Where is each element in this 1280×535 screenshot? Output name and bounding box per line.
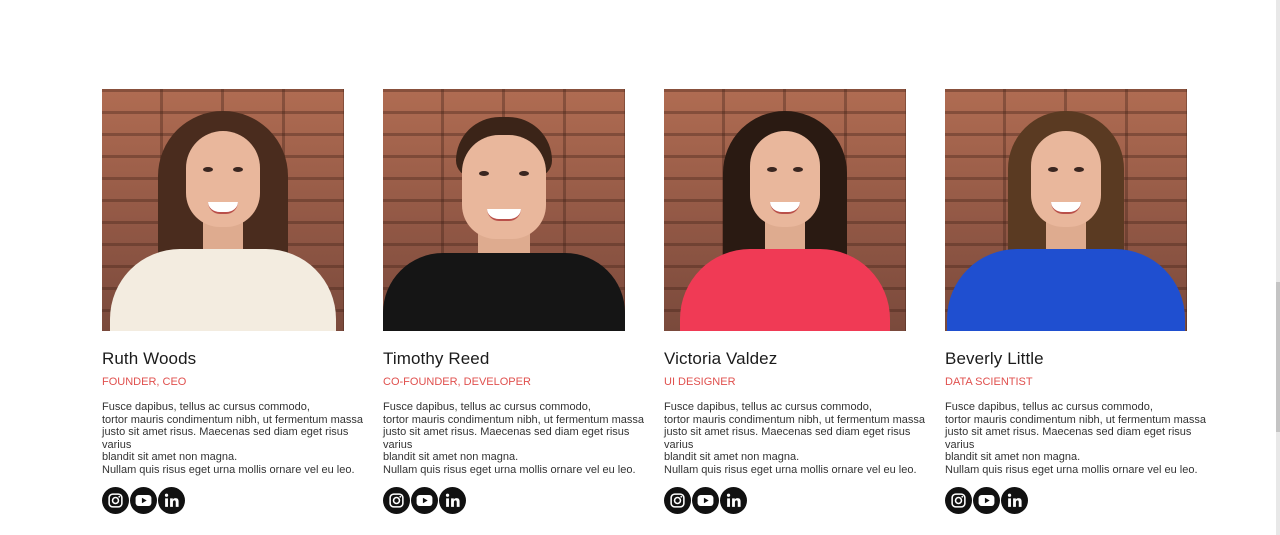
social-links: [664, 486, 906, 514]
youtube-icon[interactable]: [692, 486, 719, 514]
youtube-icon[interactable]: [130, 486, 157, 514]
member-name: Victoria Valdez: [664, 349, 778, 368]
team-page: Ruth Woods FOUNDER, CEO Fusce dapibus, t…: [0, 0, 1280, 535]
bio-line: Nullam quis risus eget urna mollis ornar…: [945, 463, 1198, 476]
team-member-card: Victoria Valdez UI DESIGNER Fusce dapibu…: [664, 89, 925, 514]
bio-line: justo sit amet risus. Maecenas sed diam …: [945, 426, 1192, 439]
member-bio: Fusce dapibus, tellus ac cursus commodo,…: [383, 401, 658, 477]
bio-line: tortor mauris condimentum nibh, ut ferme…: [102, 413, 364, 426]
linkedin-icon[interactable]: [439, 486, 466, 514]
team-member-card: Ruth Woods FOUNDER, CEO Fusce dapibus, t…: [102, 89, 363, 514]
instagram-icon[interactable]: [383, 486, 410, 514]
bio-line: Fusce dapibus, tellus ac cursus commodo,: [945, 401, 1153, 413]
bio-line: Fusce dapibus, tellus ac cursus commodo,: [102, 401, 310, 413]
instagram-icon[interactable]: [945, 486, 972, 514]
member-role: FOUNDER, CEO: [102, 376, 187, 388]
social-links: [102, 486, 344, 514]
member-photo: [945, 89, 1187, 331]
bio-line: blandit sit amet non magna.: [945, 451, 1081, 464]
bio-line: tortor mauris condimentum nibh, ut ferme…: [945, 413, 1207, 426]
bio-line: varius: [945, 438, 975, 451]
member-bio: Fusce dapibus, tellus ac cursus commodo,…: [945, 401, 1220, 477]
bio-line: blandit sit amet non magna.: [102, 451, 238, 464]
member-role: UI DESIGNER: [664, 376, 736, 388]
bio-line: varius: [102, 438, 132, 451]
youtube-icon[interactable]: [973, 486, 1000, 514]
linkedin-icon[interactable]: [720, 486, 747, 514]
bio-line: justo sit amet risus. Maecenas sed diam …: [664, 426, 911, 439]
member-name: Timothy Reed: [383, 349, 490, 368]
bio-line: Fusce dapibus, tellus ac cursus commodo,: [664, 401, 872, 413]
team-member-card: Timothy Reed CO-FOUNDER, DEVELOPER Fusce…: [383, 89, 644, 514]
member-bio: Fusce dapibus, tellus ac cursus commodo,…: [102, 401, 377, 477]
bio-line: blandit sit amet non magna.: [664, 451, 800, 464]
bio-line: blandit sit amet non magna.: [383, 451, 519, 464]
member-photo: [383, 89, 625, 331]
member-role: DATA SCIENTIST: [945, 376, 1033, 388]
page-scrollbar[interactable]: [1276, 0, 1280, 535]
bio-line: justo sit amet risus. Maecenas sed diam …: [102, 426, 349, 439]
member-photo: [102, 89, 344, 331]
member-photo: [664, 89, 906, 331]
team-grid: Ruth Woods FOUNDER, CEO Fusce dapibus, t…: [102, 89, 1206, 514]
linkedin-icon[interactable]: [158, 486, 185, 514]
bio-line: varius: [383, 438, 413, 451]
member-name: Beverly Little: [945, 349, 1044, 368]
photo-torso: [383, 253, 625, 331]
bio-line: Nullam quis risus eget urna mollis ornar…: [383, 463, 636, 476]
member-role: CO-FOUNDER, DEVELOPER: [383, 376, 531, 388]
photo-torso: [947, 249, 1185, 331]
photo-torso: [680, 249, 890, 331]
social-links: [945, 486, 1187, 514]
instagram-icon[interactable]: [102, 486, 129, 514]
linkedin-icon[interactable]: [1001, 486, 1028, 514]
social-links: [383, 486, 625, 514]
bio-line: Fusce dapibus, tellus ac cursus commodo,: [383, 401, 591, 413]
team-member-card: Beverly Little DATA SCIENTIST Fusce dapi…: [945, 89, 1206, 514]
member-bio: Fusce dapibus, tellus ac cursus commodo,…: [664, 401, 939, 477]
bio-line: Nullam quis risus eget urna mollis ornar…: [664, 463, 917, 476]
photo-face: [462, 135, 546, 239]
bio-line: Nullam quis risus eget urna mollis ornar…: [102, 463, 355, 476]
youtube-icon[interactable]: [411, 486, 438, 514]
bio-line: tortor mauris condimentum nibh, ut ferme…: [383, 413, 645, 426]
instagram-icon[interactable]: [664, 486, 691, 514]
bio-line: varius: [664, 438, 694, 451]
bio-line: justo sit amet risus. Maecenas sed diam …: [383, 426, 630, 439]
scrollbar-thumb[interactable]: [1276, 282, 1280, 432]
bio-line: tortor mauris condimentum nibh, ut ferme…: [664, 413, 926, 426]
photo-torso: [110, 249, 336, 331]
member-name: Ruth Woods: [102, 349, 197, 368]
